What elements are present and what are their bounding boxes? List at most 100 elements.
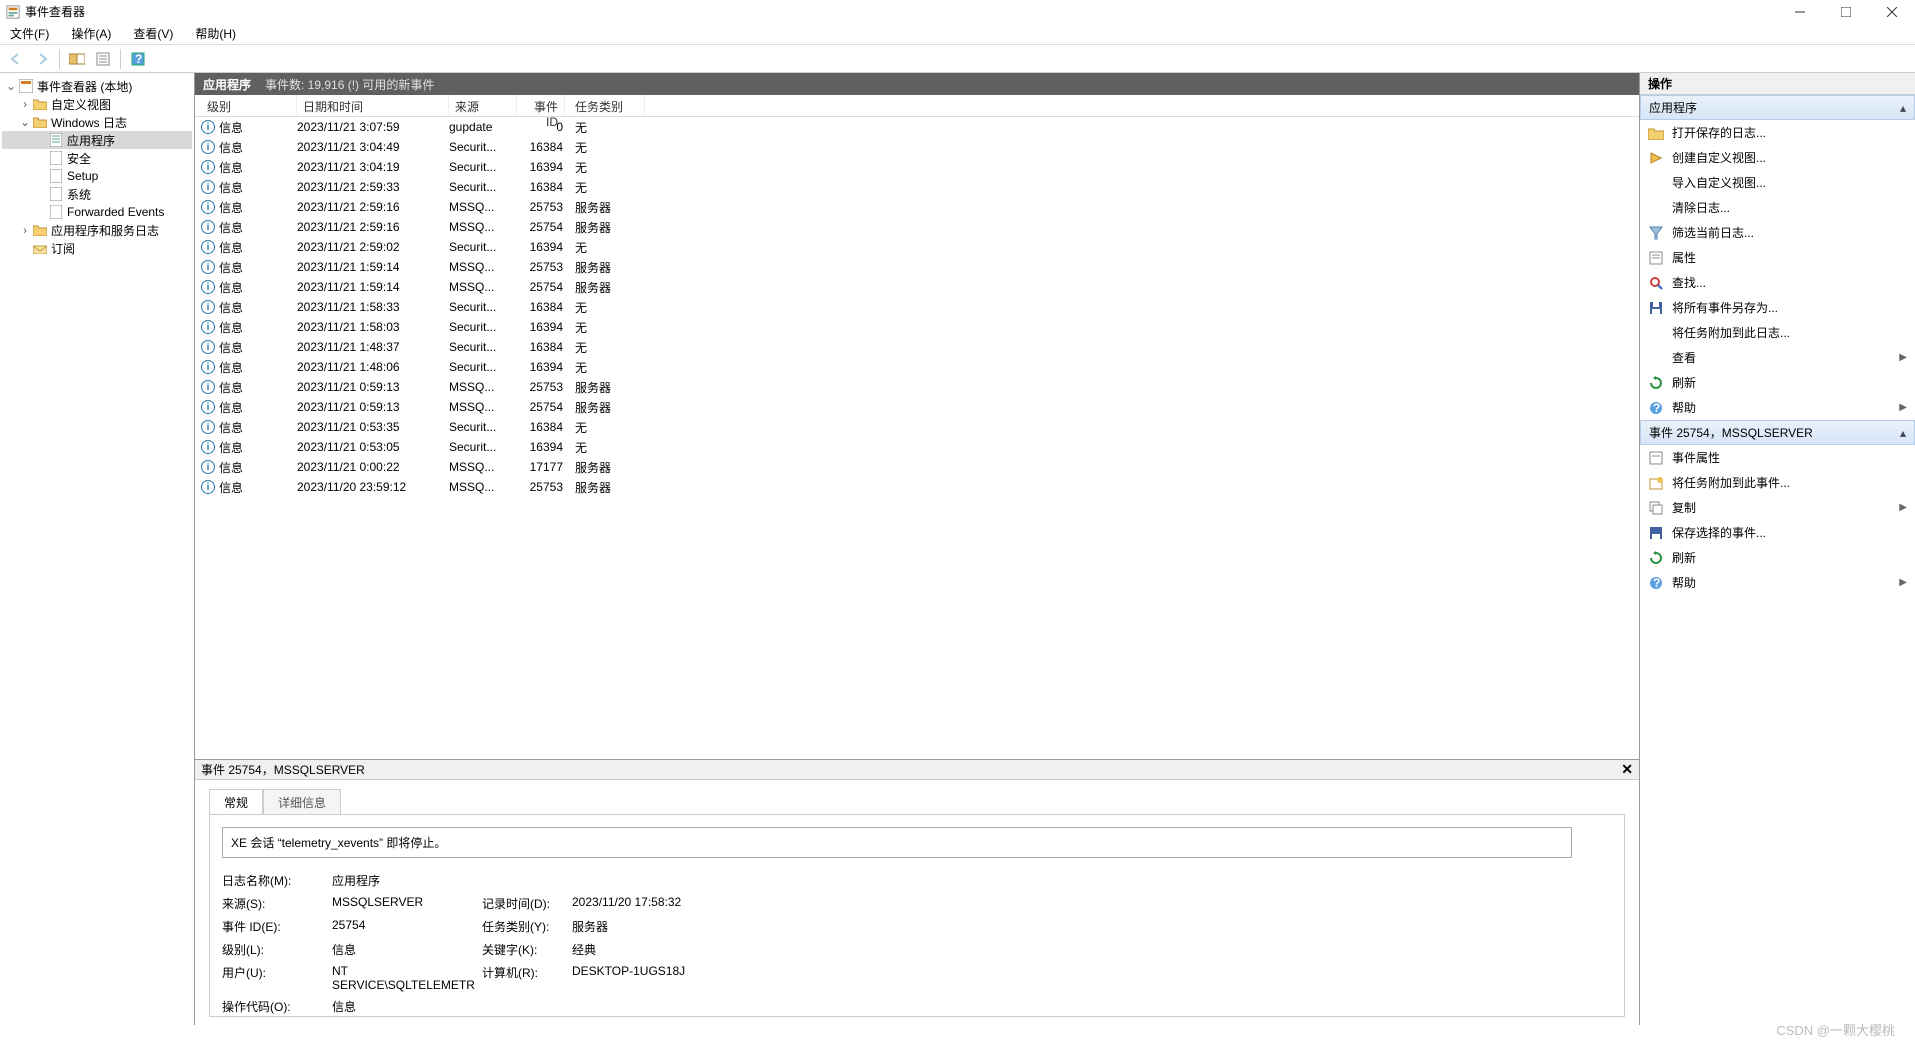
table-row[interactable]: i信息 2023/11/21 2:59:16 MSSQ... 25753 服务器 <box>195 197 1639 217</box>
collapse-icon[interactable]: ▴ <box>1900 426 1906 440</box>
cell-source: MSSQ... <box>449 220 517 234</box>
show-hide-console-button[interactable] <box>65 47 89 71</box>
actions-section-event[interactable]: 事件 25754，MSSQLSERVER ▴ <box>1640 420 1915 445</box>
tab-details[interactable]: 详细信息 <box>263 789 341 815</box>
table-row[interactable]: i信息 2023/11/21 2:59:16 MSSQ... 25754 服务器 <box>195 217 1639 237</box>
menu-action[interactable]: 操作(A) <box>67 23 115 44</box>
action-item[interactable]: 将所有事件另存为... <box>1640 295 1915 320</box>
action-item[interactable]: 属性 <box>1640 245 1915 270</box>
table-row[interactable]: i信息 2023/11/21 0:53:05 Securit... 16394 … <box>195 437 1639 457</box>
tree-setup[interactable]: Setup <box>2 167 192 185</box>
action-item[interactable]: ?帮助▶ <box>1640 570 1915 595</box>
collapse-icon[interactable]: ▴ <box>1900 101 1906 115</box>
action-item[interactable]: 打开保存的日志... <box>1640 120 1915 145</box>
action-item[interactable]: 将任务附加到此事件... <box>1640 470 1915 495</box>
table-row[interactable]: i信息 2023/11/21 3:04:19 Securit... 16394 … <box>195 157 1639 177</box>
help-button[interactable]: ? <box>126 47 150 71</box>
table-row[interactable]: i信息 2023/11/21 1:48:06 Securit... 16394 … <box>195 357 1639 377</box>
table-row[interactable]: i信息 2023/11/21 0:53:35 Securit... 16384 … <box>195 417 1639 437</box>
col-datetime[interactable]: 日期和时间 <box>297 95 449 116</box>
col-level[interactable]: 级别 <box>201 95 297 116</box>
action-item[interactable]: 筛选当前日志... <box>1640 220 1915 245</box>
tree-app-service-logs[interactable]: › 应用程序和服务日志 <box>2 221 192 239</box>
minimize-button[interactable] <box>1777 0 1823 23</box>
tree-windows-logs[interactable]: ⌄ Windows 日志 <box>2 113 192 131</box>
action-item[interactable]: 复制▶ <box>1640 495 1915 520</box>
val-logged: 2023/11/20 17:58:32 <box>572 895 1612 912</box>
action-item[interactable]: 导入自定义视图... <box>1640 170 1915 195</box>
action-icon <box>1648 125 1664 141</box>
action-item[interactable]: 清除日志... <box>1640 195 1915 220</box>
tree-subscriptions[interactable]: 订阅 <box>2 239 192 257</box>
cell-eventid: 25753 <box>517 260 565 274</box>
tree-system[interactable]: 系统 <box>2 185 192 203</box>
action-label: 帮助 <box>1672 399 1696 416</box>
grid-body[interactable]: i信息 2023/11/21 3:07:59 gupdate 0 无i信息 20… <box>195 117 1639 759</box>
detail-close-icon[interactable]: ✕ <box>1621 761 1633 778</box>
table-row[interactable]: i信息 2023/11/20 23:59:12 MSSQ... 25753 服务… <box>195 477 1639 497</box>
cell-eventid: 16384 <box>517 140 565 154</box>
info-icon: i <box>201 140 215 154</box>
tree-custom-views[interactable]: › 自定义视图 <box>2 95 192 113</box>
tree-root[interactable]: ⌄ 事件查看器 (本地) <box>2 77 192 95</box>
action-item[interactable]: 将任务附加到此日志... <box>1640 320 1915 345</box>
cell-category: 服务器 <box>565 379 645 396</box>
menu-view[interactable]: 查看(V) <box>129 23 177 44</box>
cell-datetime: 2023/11/21 0:59:13 <box>297 400 449 414</box>
nav-back-button[interactable] <box>4 47 28 71</box>
expand-icon[interactable]: › <box>18 97 32 111</box>
table-row[interactable]: i信息 2023/11/21 1:48:37 Securit... 16384 … <box>195 337 1639 357</box>
col-source[interactable]: 来源 <box>449 95 517 116</box>
action-item[interactable]: 创建自定义视图... <box>1640 145 1915 170</box>
table-row[interactable]: i信息 2023/11/21 3:04:49 Securit... 16384 … <box>195 137 1639 157</box>
tree-security[interactable]: 安全 <box>2 149 192 167</box>
maximize-button[interactable] <box>1823 0 1869 23</box>
section-label: 事件 25754，MSSQLSERVER <box>1649 424 1813 441</box>
cell-category: 服务器 <box>565 459 645 476</box>
expand-icon[interactable]: ⌄ <box>4 79 18 93</box>
action-item[interactable]: 查看▶ <box>1640 345 1915 370</box>
val-keywords: 经典 <box>572 941 1612 958</box>
log-icon <box>48 132 64 148</box>
action-item[interactable]: 刷新 <box>1640 545 1915 570</box>
table-row[interactable]: i信息 2023/11/21 0:00:22 MSSQ... 17177 服务器 <box>195 457 1639 477</box>
action-item[interactable]: 事件属性 <box>1640 445 1915 470</box>
table-row[interactable]: i信息 2023/11/21 3:07:59 gupdate 0 无 <box>195 117 1639 137</box>
nav-forward-button[interactable] <box>30 47 54 71</box>
properties-button[interactable] <box>91 47 115 71</box>
action-icon <box>1648 250 1664 266</box>
action-item[interactable]: 刷新 <box>1640 370 1915 395</box>
lbl-computer: 计算机(R): <box>482 964 572 992</box>
svg-text:?: ? <box>135 52 142 66</box>
close-button[interactable] <box>1869 0 1915 23</box>
table-row[interactable]: i信息 2023/11/21 1:59:14 MSSQ... 25754 服务器 <box>195 277 1639 297</box>
action-item[interactable]: ?帮助▶ <box>1640 395 1915 420</box>
table-row[interactable]: i信息 2023/11/21 2:59:33 Securit... 16384 … <box>195 177 1639 197</box>
menu-file[interactable]: 文件(F) <box>6 23 53 44</box>
nav-tree[interactable]: ⌄ 事件查看器 (本地) › 自定义视图 ⌄ Windows 日志 应用程序 安… <box>0 73 195 1025</box>
actions-section-app[interactable]: 应用程序 ▴ <box>1640 95 1915 120</box>
table-row[interactable]: i信息 2023/11/21 1:59:14 MSSQ... 25753 服务器 <box>195 257 1639 277</box>
action-item[interactable]: 查找... <box>1640 270 1915 295</box>
menu-help[interactable]: 帮助(H) <box>191 23 240 44</box>
expand-icon[interactable]: ⌄ <box>18 115 32 129</box>
tree-forwarded[interactable]: Forwarded Events <box>2 203 192 221</box>
table-row[interactable]: i信息 2023/11/21 1:58:03 Securit... 16394 … <box>195 317 1639 337</box>
table-row[interactable]: i信息 2023/11/21 0:59:13 MSSQ... 25753 服务器 <box>195 377 1639 397</box>
cell-category: 无 <box>565 299 645 316</box>
col-eventid[interactable]: 事件 ID <box>517 95 565 116</box>
cell-eventid: 16394 <box>517 160 565 174</box>
table-row[interactable]: i信息 2023/11/21 1:58:33 Securit... 16384 … <box>195 297 1639 317</box>
section-label: 应用程序 <box>1649 99 1697 116</box>
expand-icon[interactable]: › <box>18 223 32 237</box>
cell-eventid: 16394 <box>517 360 565 374</box>
table-row[interactable]: i信息 2023/11/21 0:59:13 MSSQ... 25754 服务器 <box>195 397 1639 417</box>
detail-tabs: 常规 详细信息 <box>195 780 1639 814</box>
tab-general[interactable]: 常规 <box>209 789 263 815</box>
action-item[interactable]: 保存选择的事件... <box>1640 520 1915 545</box>
col-category[interactable]: 任务类别 <box>565 95 645 116</box>
tree-label: 应用程序和服务日志 <box>51 222 159 239</box>
titlebar: 事件查看器 <box>0 0 1915 23</box>
table-row[interactable]: i信息 2023/11/21 2:59:02 Securit... 16394 … <box>195 237 1639 257</box>
tree-application[interactable]: 应用程序 <box>2 131 192 149</box>
